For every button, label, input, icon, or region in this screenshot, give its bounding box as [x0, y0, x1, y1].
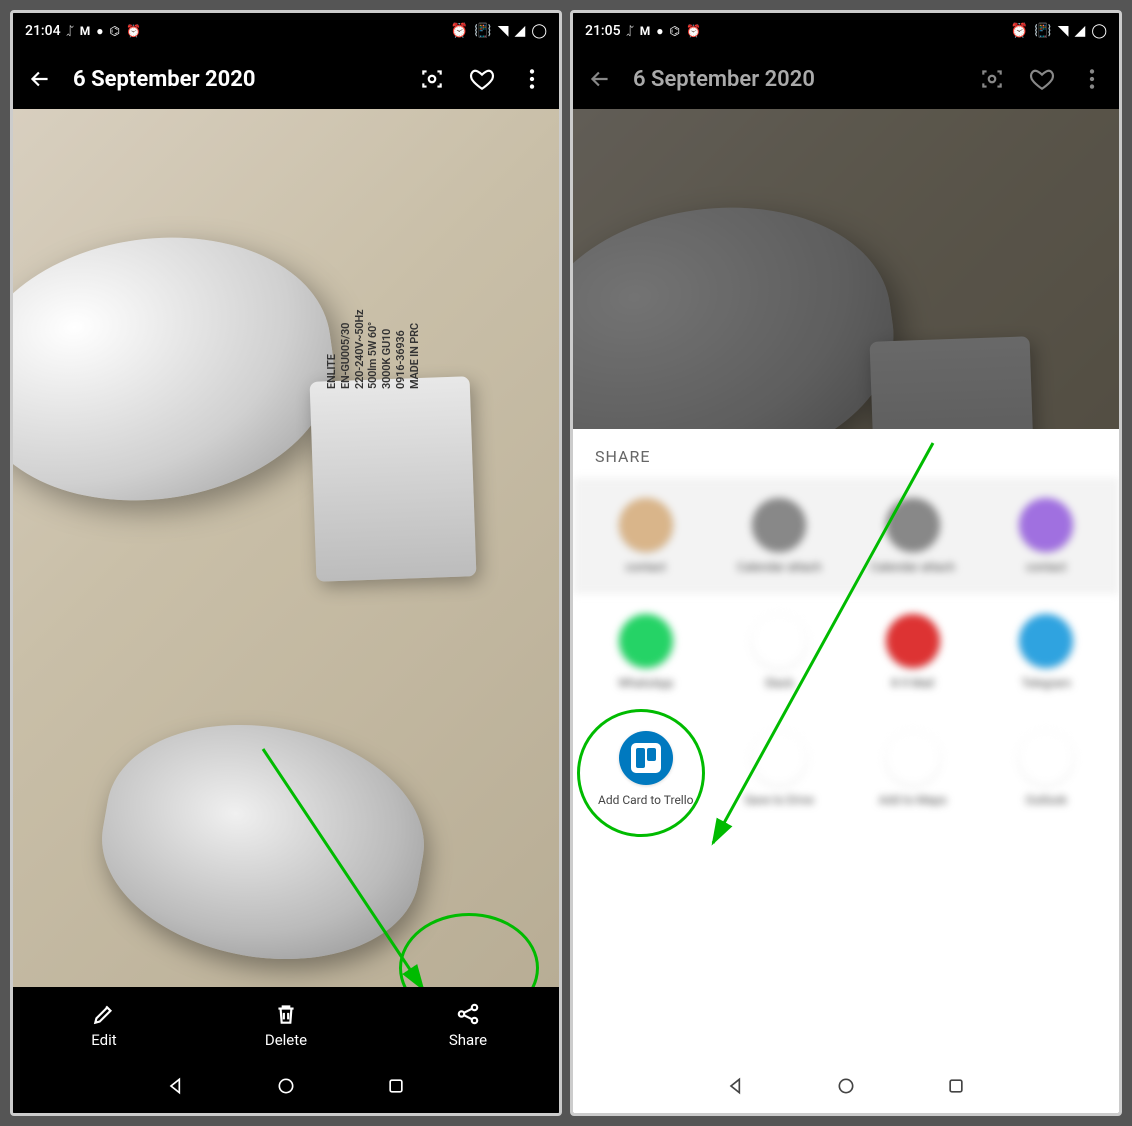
- alarm-icon: ⏰: [686, 24, 701, 38]
- share-label: Share: [449, 1031, 487, 1049]
- share-k9mail[interactable]: K-9 Mail: [846, 604, 980, 700]
- nav-bar: [573, 1063, 1119, 1113]
- nav-recent-button[interactable]: [386, 1076, 406, 1100]
- share-contact[interactable]: Calendar attach: [713, 488, 847, 584]
- trello-icon: [619, 731, 673, 785]
- share-trello-label: Add Card to Trello: [598, 793, 694, 807]
- share-slack[interactable]: Slack: [713, 604, 847, 700]
- bulb-label: ENLITE EN-GU005/30 220-240V~50Hz 500lm 5…: [325, 249, 421, 389]
- app-bar: 6 September 2020: [573, 49, 1119, 109]
- nav-home-button[interactable]: [276, 1076, 296, 1100]
- back-button[interactable]: [587, 66, 613, 92]
- wifi-icon: ◥: [1058, 23, 1069, 39]
- nav-home-button[interactable]: [836, 1076, 856, 1100]
- delete-label: Delete: [265, 1031, 307, 1049]
- action-bar: Edit Delete Share: [13, 987, 559, 1063]
- share-apps-row-2: Add Card to Trello Save to Drive Add to …: [573, 711, 1119, 837]
- gps-icon: ᛢ: [627, 24, 634, 38]
- photo-viewport[interactable]: ENLITE EN-GU005/30 220-240V~50Hz 500lm 5…: [13, 109, 559, 987]
- app-bar: 6 September 2020: [13, 49, 559, 109]
- share-drive[interactable]: Save to Drive: [713, 721, 847, 817]
- nav-back-button[interactable]: [166, 1076, 186, 1100]
- gps-icon: ᛢ: [67, 24, 74, 38]
- letter-m-icon: M: [80, 24, 91, 38]
- bulb-shape: [573, 185, 909, 429]
- status-icons-left: ᛢ M ● ⌬ ⏰: [627, 24, 701, 38]
- back-button[interactable]: [27, 66, 53, 92]
- dot-icon: ●: [96, 24, 103, 38]
- signal-icon: ◢: [1075, 23, 1086, 39]
- photo-date-title: 6 September 2020: [73, 67, 399, 92]
- battery-icon: ◯: [531, 23, 547, 39]
- alarm-icon: ⏰: [126, 24, 141, 38]
- nav-recent-button[interactable]: [946, 1076, 966, 1100]
- photo-date-title: 6 September 2020: [633, 67, 959, 92]
- dot-icon: ●: [656, 24, 663, 38]
- more-button[interactable]: [1079, 66, 1105, 92]
- share-whatsapp[interactable]: WhatsApp: [579, 604, 713, 700]
- phone-right: 21:05 ᛢ M ● ⌬ ⏰ ⏰ 📳 ◥ ◢ ◯ 6 September 20…: [570, 10, 1122, 1116]
- favorite-button[interactable]: [1029, 66, 1055, 92]
- phone-left: 21:04 ᛢ M ● ⌬ ⏰ ⏰ 📳 ◥ ◢ ◯ 6 September 20…: [10, 10, 562, 1116]
- vibrate-icon: 📳: [474, 23, 491, 39]
- badge-icon: ⌬: [670, 24, 680, 38]
- nav-back-button[interactable]: [726, 1076, 746, 1100]
- status-time: 21:04: [25, 23, 61, 39]
- status-bar: 21:04 ᛢ M ● ⌬ ⏰ ⏰ 📳 ◥ ◢ ◯: [13, 13, 559, 49]
- status-icons-left: ᛢ M ● ⌬ ⏰: [67, 24, 141, 38]
- more-button[interactable]: [519, 66, 545, 92]
- share-apps-row-1: WhatsApp Slack K-9 Mail Telegram: [573, 594, 1119, 710]
- status-time: 21:05: [585, 23, 621, 39]
- bulb2-shape: [85, 701, 440, 983]
- lens-button[interactable]: [979, 66, 1005, 92]
- badge-icon: ⌬: [110, 24, 120, 38]
- status-icons-right: ⏰ 📳 ◥ ◢ ◯: [1011, 23, 1107, 39]
- edit-label: Edit: [91, 1031, 116, 1049]
- status-bar: 21:05 ᛢ M ● ⌬ ⏰ ⏰ 📳 ◥ ◢ ◯: [573, 13, 1119, 49]
- wifi-icon: ◥: [498, 23, 509, 39]
- share-sheet: SHARE contact Calendar attach Calendar a…: [573, 429, 1119, 1063]
- bulb-base-shape: [310, 376, 477, 581]
- alarm2-icon: ⏰: [1011, 23, 1028, 39]
- bulb-base-shape: [870, 336, 1037, 429]
- photo-viewport-dimmed[interactable]: [573, 109, 1119, 429]
- nav-bar: [13, 1063, 559, 1113]
- bulb-shape: [13, 215, 349, 523]
- signal-icon: ◢: [515, 23, 526, 39]
- letter-m-icon: M: [640, 24, 651, 38]
- lens-button[interactable]: [419, 66, 445, 92]
- edit-button[interactable]: Edit: [13, 987, 195, 1063]
- battery-icon: ◯: [1091, 23, 1107, 39]
- share-outlook[interactable]: Outlook: [980, 721, 1114, 817]
- share-contact[interactable]: contact: [980, 488, 1114, 584]
- delete-button[interactable]: Delete: [195, 987, 377, 1063]
- vibrate-icon: 📳: [1034, 23, 1051, 39]
- alarm2-icon: ⏰: [451, 23, 468, 39]
- share-trello[interactable]: Add Card to Trello: [579, 721, 713, 817]
- share-contact[interactable]: contact: [579, 488, 713, 584]
- share-contact[interactable]: Calendar attach: [846, 488, 980, 584]
- share-title: SHARE: [573, 429, 1119, 478]
- highlight-circle-share: [399, 913, 539, 987]
- favorite-button[interactable]: [469, 66, 495, 92]
- share-suggested-row: contact Calendar attach Calendar attach …: [573, 478, 1119, 594]
- share-button[interactable]: Share: [377, 987, 559, 1063]
- share-maps[interactable]: Add to Maps: [846, 721, 980, 817]
- share-telegram[interactable]: Telegram: [980, 604, 1114, 700]
- status-icons-right: ⏰ 📳 ◥ ◢ ◯: [451, 23, 547, 39]
